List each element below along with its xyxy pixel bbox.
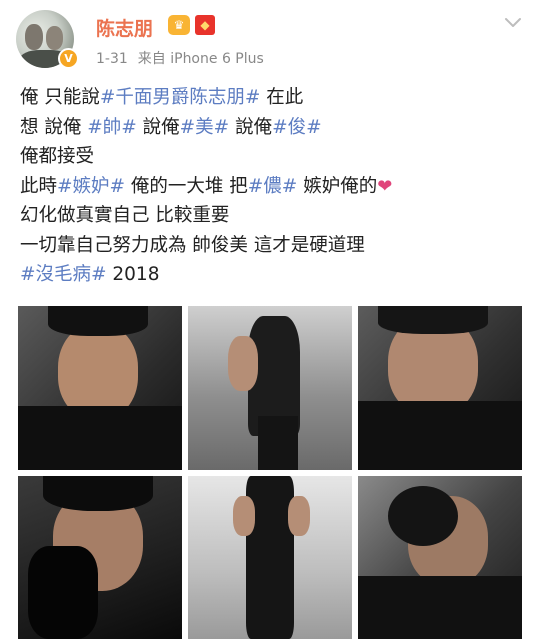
hashtag-link[interactable]: #沒毛病# — [20, 264, 107, 285]
hashtag-link[interactable]: #千面男爵陈志朋# — [100, 87, 261, 108]
hashtag-link[interactable]: #美# — [180, 117, 230, 138]
hashtag-link[interactable]: #俊# — [272, 117, 322, 138]
post-text: 俺 只能說#千面男爵陈志朋# 在此想 說俺 #帥# 說俺#美# 說俺#俊# 俺都接… — [20, 83, 530, 290]
post-text-segment: 一切靠自己努力成為 帥俊美 這才是硬道理 — [20, 234, 365, 256]
chevron-down-icon[interactable] — [502, 12, 524, 34]
photo-grid — [18, 306, 522, 639]
crown-icon[interactable]: ♛ — [168, 15, 190, 35]
post-text-segment: 說俺 — [229, 116, 273, 138]
post-text-line: 此時#嫉妒# 俺的一大堆 把#儂# 嫉妒俺的❤ — [20, 172, 530, 202]
photo-3[interactable] — [358, 306, 522, 470]
post-meta: 1-31 来自 iPhone 6 Plus — [96, 48, 264, 68]
post-text-segment: 2018 — [106, 264, 160, 285]
post-text-segment: 此時 — [20, 175, 58, 197]
post-text-segment: 想 說俺 — [20, 116, 88, 138]
post-text-segment: 俺都接受 — [20, 146, 95, 167]
photo-6[interactable] — [358, 476, 522, 639]
photo-5[interactable] — [188, 476, 352, 639]
photo-4[interactable] — [18, 476, 182, 639]
avatar-figure-left — [25, 24, 43, 50]
avatar-figure-right — [46, 26, 63, 50]
red-envelope-icon[interactable]: ◆ — [195, 15, 215, 35]
post-text-line: 俺都接受 — [20, 142, 530, 172]
photo-2[interactable] — [188, 306, 352, 470]
heart-icon: ❤ — [377, 175, 393, 197]
post-text-segment: 在此 — [260, 87, 304, 108]
verified-v-icon: V — [58, 48, 79, 69]
post-text-line: 一切靠自己努力成為 帥俊美 這才是硬道理 — [20, 231, 530, 261]
post-text-line: #沒毛病# 2018 — [20, 260, 530, 290]
post-text-line: 想 說俺 #帥# 說俺#美# 說俺#俊# — [20, 113, 530, 143]
post-text-segment: 俺 只能說 — [20, 87, 100, 108]
hashtag-link[interactable]: #嫉妒# — [57, 176, 125, 197]
post-text-line: 幻化做真實自己 比較重要 — [20, 201, 530, 231]
hashtag-link[interactable]: #儂# — [248, 176, 298, 197]
photo-1[interactable] — [18, 306, 182, 470]
post-time[interactable]: 1-31 — [96, 51, 128, 67]
post-text-segment: 幻化做真實自己 比較重要 — [20, 205, 230, 226]
post-text-segment: 俺的一大堆 把 — [125, 175, 248, 197]
username[interactable]: 陈志朋 — [96, 14, 153, 41]
hashtag-link[interactable]: #帥# — [87, 117, 137, 138]
post-source: 来自 iPhone 6 Plus — [137, 51, 264, 67]
post-header: V 陈志朋 ♛ ◆ 1-31 来自 iPhone 6 Plus — [0, 0, 540, 78]
post-text-line: 俺 只能說#千面男爵陈志朋# 在此 — [20, 83, 530, 113]
post-text-segment: 嫉妒俺的 — [297, 175, 378, 197]
post-text-segment: 說俺 — [136, 116, 180, 138]
